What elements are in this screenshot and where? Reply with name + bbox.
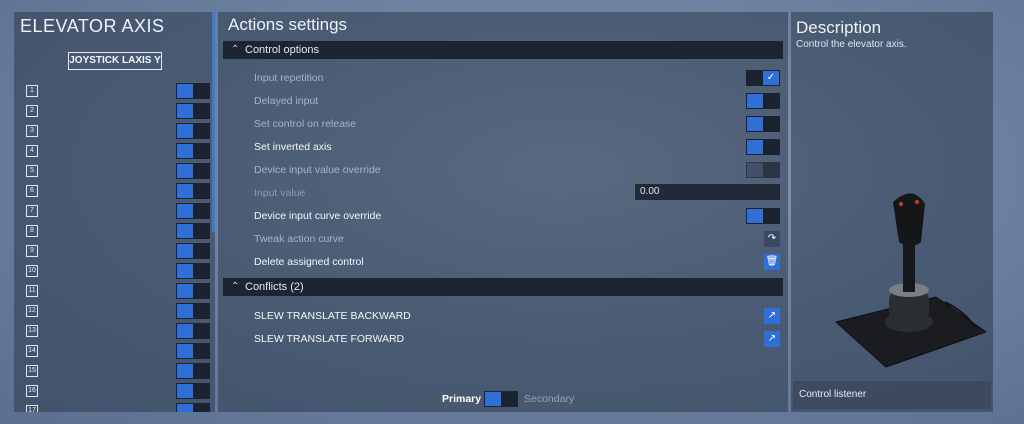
binding-row[interactable]: 12 — [26, 302, 212, 322]
description-panel: Description Control the elevator axis. C… — [791, 12, 993, 412]
trash-icon[interactable]: 🗑 — [764, 254, 780, 270]
binding-toggle[interactable] — [176, 203, 210, 219]
binding-row[interactable]: 2 — [26, 102, 212, 122]
binding-toggle[interactable] — [176, 363, 210, 379]
check-icon: ✓ — [763, 71, 779, 85]
binding-toggle[interactable] — [176, 183, 210, 199]
binding-index: 14 — [26, 345, 38, 357]
set-inverted-axis-label: Set inverted axis — [254, 141, 332, 153]
tweak-action-curve-label: Tweak action curve — [254, 233, 344, 245]
conflicts-header[interactable]: ⌃ Conflicts (2) — [223, 278, 783, 296]
binding-toggle[interactable] — [176, 103, 210, 119]
binding-row[interactable]: 11 — [26, 282, 212, 302]
binding-index: 16 — [26, 385, 38, 397]
section-label: Control options — [245, 44, 319, 56]
curve-edit-icon[interactable]: ↷ — [764, 231, 780, 247]
binding-index: 7 — [26, 205, 38, 217]
binding-index: 9 — [26, 245, 38, 257]
binding-row[interactable]: 15 — [26, 362, 212, 382]
actions-settings-panel: Actions settings ⌃ Control options Input… — [218, 12, 788, 412]
scrollbar[interactable] — [212, 12, 215, 232]
section-label: Conflicts (2) — [245, 281, 304, 293]
device-input-value-override-toggle[interactable] — [746, 162, 780, 178]
panel-title: Description — [796, 18, 882, 37]
panel-title: Actions settings — [228, 15, 348, 34]
binding-index: 10 — [26, 265, 38, 277]
binding-row[interactable]: 16 — [26, 382, 212, 402]
set-control-on-release-label: Set control on release — [254, 118, 357, 130]
control-listener-button[interactable]: Control listener — [793, 381, 991, 409]
delete-assigned-control-label: Delete assigned control — [254, 256, 364, 268]
binding-row[interactable]: 13 — [26, 322, 212, 342]
binding-row[interactable]: 5 — [26, 162, 212, 182]
binding-toggle[interactable] — [176, 83, 210, 99]
binding-index: 13 — [26, 325, 38, 337]
binding-list-panel: ELEVATOR AXIS JOYSTICK LAXIS Y 123456789… — [14, 12, 215, 412]
chevron-up-icon: ⌃ — [231, 44, 240, 55]
chevron-up-icon: ⌃ — [231, 281, 240, 292]
binding-index: 4 — [26, 145, 38, 157]
binding-row[interactable]: 4 — [26, 142, 212, 162]
binding-index: 12 — [26, 305, 38, 317]
input-repetition-label: Input repetition — [254, 72, 324, 84]
binding-toggle[interactable] — [176, 343, 210, 359]
input-value-label: Input value — [254, 187, 306, 199]
binding-index: 3 — [26, 125, 38, 137]
input-repetition-checkbox[interactable]: ✓ — [746, 70, 780, 86]
binding-row[interactable]: 1 — [26, 82, 212, 102]
control-options-header[interactable]: ⌃ Control options — [223, 41, 783, 59]
device-input-curve-override-toggle[interactable] — [746, 208, 780, 224]
binding-index: 8 — [26, 225, 38, 237]
binding-row[interactable]: 3 — [26, 122, 212, 142]
panel-title: ELEVATOR AXIS — [20, 16, 165, 36]
binding-row[interactable]: 8 — [26, 222, 212, 242]
description-text: Control the elevator axis. — [796, 39, 907, 50]
device-input-curve-override-label: Device input curve override — [254, 210, 382, 222]
binding-toggle[interactable] — [176, 383, 210, 399]
binding-index: 5 — [26, 165, 38, 177]
binding-row[interactable]: 14 — [26, 342, 212, 362]
primary-label: Primary — [442, 393, 482, 405]
binding-toggle[interactable] — [176, 163, 210, 179]
binding-toggle[interactable] — [176, 403, 210, 412]
open-external-icon[interactable]: ↗ — [764, 308, 780, 324]
binding-toggle[interactable] — [176, 223, 210, 239]
joystick-image — [834, 193, 988, 368]
binding-toggle[interactable] — [176, 143, 210, 159]
binding-row[interactable]: 6 — [26, 182, 212, 202]
binding-index: 11 — [26, 285, 38, 297]
binding-row[interactable]: 17 — [26, 402, 212, 412]
conflict-item: SLEW TRANSLATE BACKWARD — [254, 310, 411, 322]
binding-toggle[interactable] — [176, 323, 210, 339]
open-external-icon[interactable]: ↗ — [764, 331, 780, 347]
input-value-field[interactable]: 0.00 — [635, 184, 780, 200]
binding-index: 15 — [26, 365, 38, 377]
binding-toggle[interactable] — [176, 263, 210, 279]
binding-index: 2 — [26, 105, 38, 117]
binding-row[interactable]: 10 — [26, 262, 212, 282]
device-input-value-override-label: Device input value override — [254, 164, 381, 176]
delayed-input-toggle[interactable] — [746, 93, 780, 109]
conflict-item: SLEW TRANSLATE FORWARD — [254, 333, 405, 345]
binding-slot-switch: Primary Secondary — [218, 391, 788, 407]
primary-secondary-toggle[interactable] — [484, 391, 518, 407]
set-inverted-axis-toggle[interactable] — [746, 139, 780, 155]
binding-toggle[interactable] — [176, 243, 210, 259]
binding-toggle[interactable] — [176, 123, 210, 139]
set-control-on-release-toggle[interactable] — [746, 116, 780, 132]
binding-rows: 1 2 3 4 5 6 7 8 9 10 11 12 13 14 15 16 17 — [26, 82, 212, 412]
device-input-label[interactable]: JOYSTICK LAXIS Y — [68, 52, 162, 70]
binding-index: 1 — [26, 85, 38, 97]
binding-row[interactable]: 9 — [26, 242, 212, 262]
binding-row[interactable]: 7 — [26, 202, 212, 222]
secondary-label: Secondary — [524, 393, 575, 405]
binding-index: 17 — [26, 405, 38, 412]
binding-toggle[interactable] — [176, 283, 210, 299]
binding-index: 6 — [26, 185, 38, 197]
binding-toggle[interactable] — [176, 303, 210, 319]
delayed-input-label: Delayed input — [254, 95, 319, 107]
